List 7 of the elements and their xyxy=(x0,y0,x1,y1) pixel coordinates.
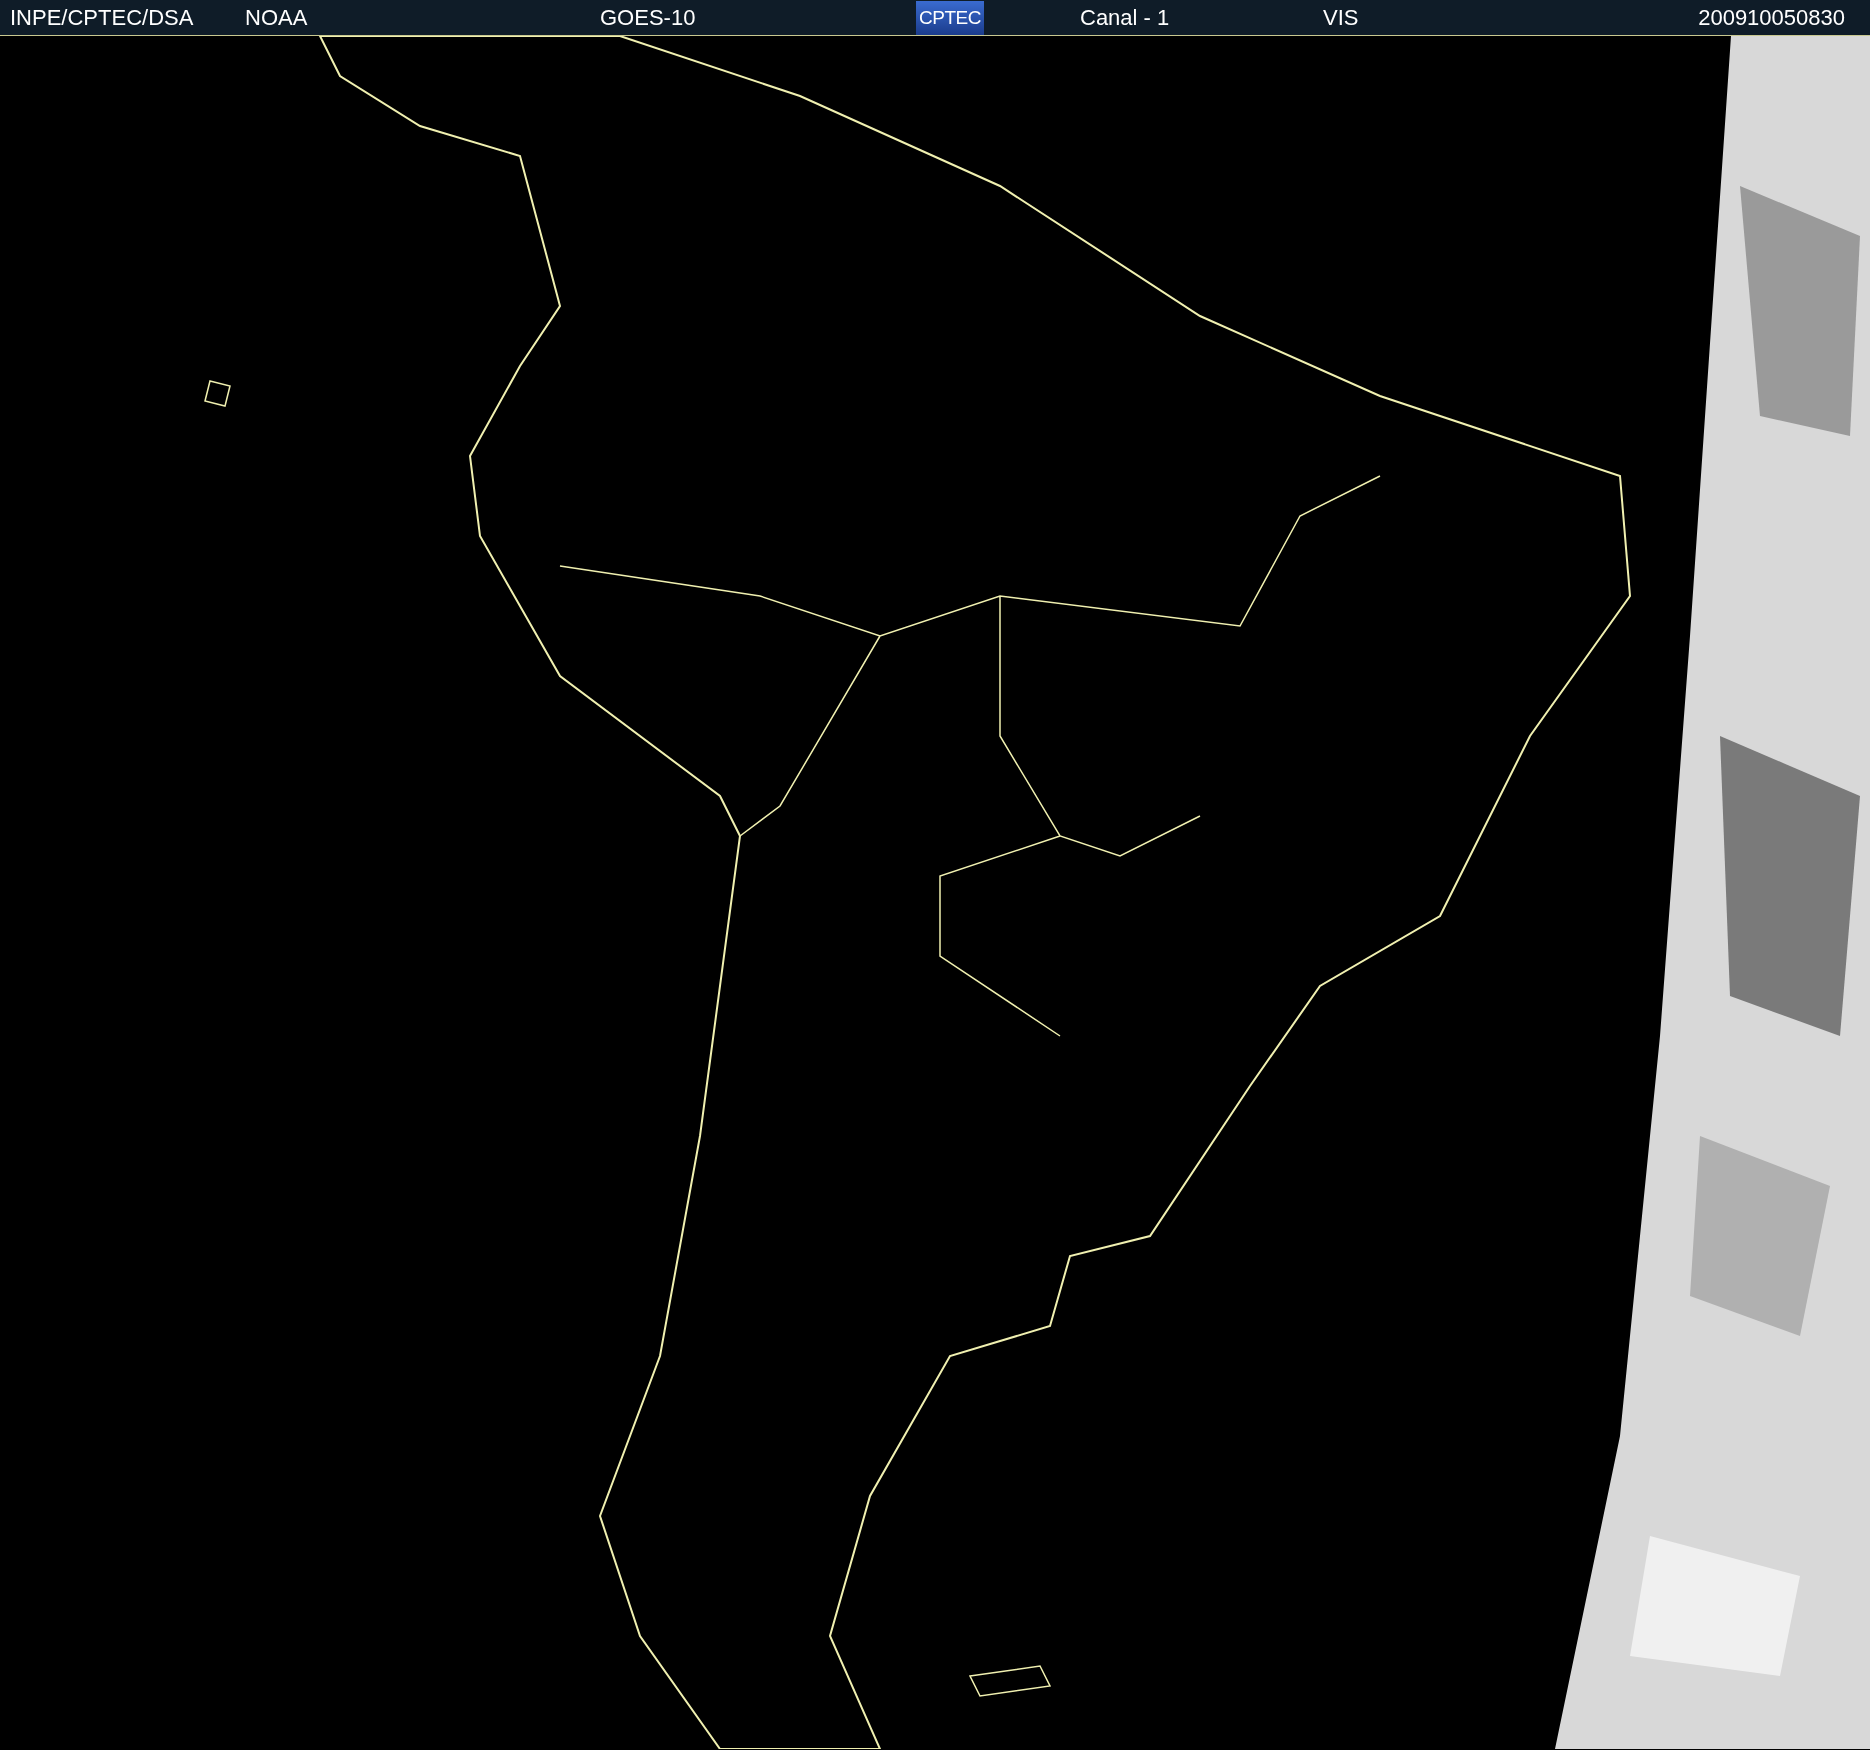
source-label: INPE/CPTEC/DSA xyxy=(10,4,195,32)
band-label: VIS xyxy=(1323,4,1360,32)
timestamp-label: 200910050830 xyxy=(1698,4,1845,32)
logo: CPTEC xyxy=(916,0,984,35)
channel-label: Canal - 1 xyxy=(1080,4,1171,32)
satellite-label: GOES-10 xyxy=(600,4,697,32)
agency-label: NOAA xyxy=(245,4,309,32)
